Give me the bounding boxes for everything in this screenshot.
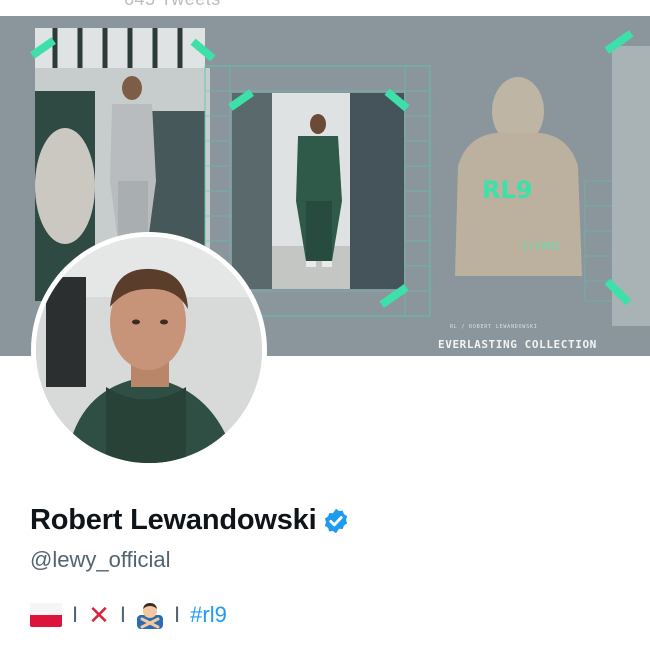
verified-badge-icon[interactable] bbox=[322, 507, 350, 535]
banner-edition-code: 1/1001 bbox=[522, 241, 562, 252]
banner-collection-title: EVERLASTING COLLECTION bbox=[438, 338, 597, 351]
banner-logo: RL9 bbox=[482, 176, 532, 204]
poland-flag-icon bbox=[30, 603, 62, 627]
cross-mark-icon: ✕ bbox=[88, 600, 110, 630]
tweet-count: 645 Tweets bbox=[124, 0, 221, 10]
hashtag-link[interactable]: #rl9 bbox=[190, 602, 227, 628]
man-gesturing-no-icon bbox=[137, 603, 164, 629]
profile-avatar[interactable] bbox=[31, 232, 267, 468]
bio-separator: I bbox=[119, 602, 127, 627]
profile-handle: @lewy_official bbox=[30, 547, 171, 572]
avatar-photo bbox=[36, 237, 262, 463]
banner-subtitle: RL / ROBERT LEWANDOWSKI bbox=[450, 324, 538, 330]
profile-page: 645 Tweets bbox=[0, 0, 650, 650]
profile-name: Robert Lewandowski bbox=[30, 504, 317, 536]
profile-bio: I ✕ I I #rl9 bbox=[30, 597, 227, 633]
bio-separator: I bbox=[174, 602, 181, 627]
bio-separator: I bbox=[72, 602, 79, 627]
profile-name-row: Robert Lewandowski bbox=[30, 504, 350, 537]
